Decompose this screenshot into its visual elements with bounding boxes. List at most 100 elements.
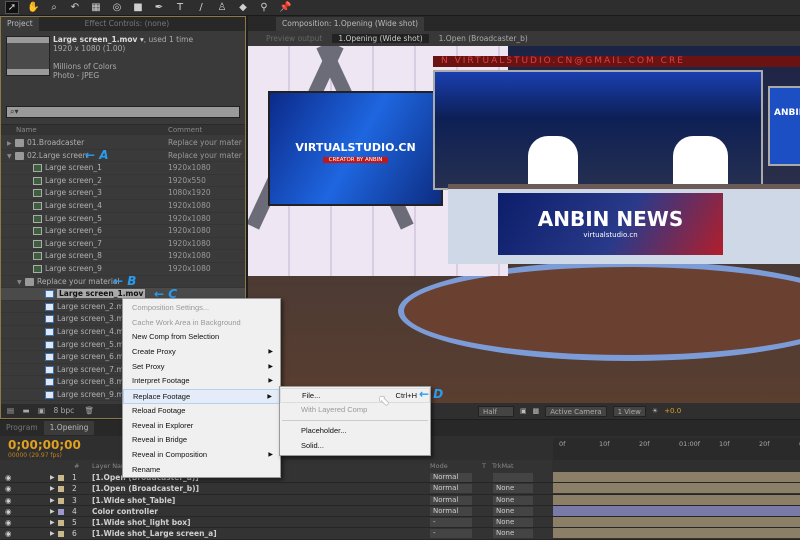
tab-composition[interactable]: Composition: 1.Opening (Wide shot) — [276, 17, 424, 31]
menu-item-replace-footage[interactable]: Replace Footage▶ — [123, 389, 280, 404]
expand-toggle-icon[interactable]: ▶ — [50, 495, 55, 506]
menu-item-create-proxy[interactable]: Create Proxy▶ — [123, 345, 280, 360]
visibility-eye-icon[interactable]: ◉ — [5, 506, 12, 517]
project-item[interactable]: Large screen_51920x1080 — [1, 213, 245, 226]
menu-item-interpret-footage[interactable]: Interpret Footage▶ — [123, 374, 280, 389]
trkmat-dropdown[interactable]: None — [493, 529, 533, 538]
eraser-tool-icon[interactable]: ◆ — [237, 2, 249, 13]
name-column-header[interactable]: Name — [16, 126, 37, 134]
trkmat-dropdown[interactable]: None — [493, 518, 533, 527]
menu-item-with-layered-comp[interactable]: With Layered Comp — [280, 403, 430, 418]
expand-toggle-icon[interactable]: ▶ — [50, 528, 55, 539]
mode-dropdown[interactable]: - — [430, 529, 472, 538]
comment-column-header[interactable]: Comment — [168, 126, 202, 134]
expand-toggle-icon[interactable]: ▶ — [50, 506, 55, 517]
expand-toggle-icon[interactable]: ▶ — [50, 517, 55, 528]
text-tool-icon[interactable]: T — [174, 2, 186, 13]
tab-opening[interactable]: 1.Opening — [44, 421, 95, 435]
bpc-toggle[interactable]: 8 bpc — [53, 406, 74, 415]
menu-item-solid[interactable]: Solid... — [280, 439, 430, 454]
rotate-tool-icon[interactable]: ↶ — [69, 2, 81, 13]
layer-row[interactable]: ◉▶4Color controllerNormalNone — [0, 506, 800, 517]
menu-item-new-comp-from-selection[interactable]: New Comp from Selection — [123, 330, 280, 345]
tab-effect-controls[interactable]: Effect Controls: (none) — [79, 17, 175, 31]
label-color[interactable] — [58, 475, 64, 481]
composition-viewer[interactable]: VIRTUALSTUDIO.CN CREATOR BY ANBIN N VIRT… — [248, 46, 800, 403]
project-item[interactable]: Large screen_71920x1080 — [1, 238, 245, 251]
current-timecode[interactable]: 0;00;00;00 — [8, 438, 81, 452]
layer-duration-bar[interactable] — [553, 472, 800, 482]
layer-duration-bar[interactable] — [553, 528, 800, 538]
project-item[interactable]: ▶01.BroadcasterReplace your mater — [1, 137, 245, 150]
trkmat-dropdown[interactable] — [493, 473, 533, 482]
new-folder-icon[interactable]: ▬ — [22, 406, 29, 415]
brush-tool-icon[interactable]: / — [195, 2, 207, 13]
region-of-interest-icon[interactable]: ▣ — [520, 407, 527, 415]
tab-program[interactable]: Program — [0, 421, 44, 435]
menu-item-placeholder[interactable]: Placeholder... — [280, 424, 430, 439]
layer-row[interactable]: ◉▶3[1.Wide shot_Table]NormalNone — [0, 495, 800, 506]
layer-name[interactable]: [1.Open (Broadcaster_b)] — [92, 483, 199, 494]
menu-item-reload-footage[interactable]: Reload Footage — [123, 404, 280, 419]
trash-icon[interactable]: 🗑 — [85, 406, 95, 415]
project-item[interactable]: Large screen_31080x1920 — [1, 187, 245, 200]
visibility-eye-icon[interactable]: ◉ — [5, 483, 12, 494]
project-item[interactable]: Large screen_11920x1080 — [1, 162, 245, 175]
layer-duration-bar[interactable] — [553, 506, 800, 516]
project-item[interactable]: ▼02.Large screenReplace your mater — [1, 150, 245, 163]
visibility-eye-icon[interactable]: ◉ — [5, 528, 12, 539]
mode-dropdown[interactable]: Normal — [430, 484, 472, 493]
exposure-value[interactable]: +0.0 — [664, 407, 681, 415]
layer-row[interactable]: ◉▶5[1.Wide shot_light box]-None — [0, 517, 800, 528]
visibility-eye-icon[interactable]: ◉ — [5, 495, 12, 506]
mode-dropdown[interactable]: Normal — [430, 473, 472, 482]
label-color[interactable] — [58, 486, 64, 492]
roto-brush-tool-icon[interactable]: ⚲ — [258, 2, 270, 13]
mode-dropdown[interactable]: Normal — [430, 496, 472, 505]
trkmat-dropdown[interactable]: None — [493, 484, 533, 493]
puppet-pin-tool-icon[interactable]: 📌 — [279, 2, 291, 13]
label-color[interactable] — [58, 498, 64, 504]
layer-row[interactable]: ◉▶1[1.Open (Broadcaster_a)]Normal — [0, 472, 800, 483]
layer-name[interactable]: [1.Wide shot_Large screen_a] — [92, 528, 217, 539]
breadcrumb-opening[interactable]: 1.Opening (Wide shot) — [332, 34, 428, 43]
new-comp-icon[interactable]: ▣ — [38, 406, 45, 415]
menu-item-reveal-in-bridge[interactable]: Reveal in Bridge — [123, 433, 280, 448]
menu-item-rename[interactable]: Rename — [123, 463, 280, 478]
pen-tool-icon[interactable]: ✒ — [153, 2, 165, 13]
camera-dropdown[interactable]: Active Camera — [545, 406, 606, 417]
time-ruler[interactable]: 0f10f20f01:00f10f20f02:00f — [553, 438, 800, 460]
project-item[interactable]: Large screen_61920x1080 — [1, 225, 245, 238]
rectangle-tool-icon[interactable]: ■ — [132, 2, 144, 13]
visibility-eye-icon[interactable]: ◉ — [5, 517, 12, 528]
expand-toggle-icon[interactable]: ▶ — [50, 483, 55, 494]
zoom-tool-icon[interactable]: ⌕ — [48, 2, 60, 13]
visibility-eye-icon[interactable]: ◉ — [5, 472, 12, 483]
layer-duration-bar[interactable] — [553, 517, 800, 527]
layer-name[interactable]: Color controller — [92, 506, 158, 517]
pan-behind-tool-icon[interactable]: ◎ — [111, 2, 123, 13]
footage-name[interactable]: Large screen_1.mov ▾ — [53, 35, 144, 44]
mode-dropdown[interactable]: Normal — [430, 507, 472, 516]
exposure-icon[interactable]: ☀ — [652, 407, 658, 415]
breadcrumb-broadcaster-b[interactable]: 1.Open (Broadcaster_b) — [439, 34, 528, 43]
project-item[interactable]: Large screen_41920x1080 — [1, 200, 245, 213]
menu-item-cache-work-area-in-background[interactable]: Cache Work Area in Background — [123, 316, 280, 331]
layer-duration-bar[interactable] — [553, 483, 800, 493]
label-color[interactable] — [58, 520, 64, 526]
trkmat-dropdown[interactable]: None — [493, 507, 533, 516]
layer-row[interactable]: ◉▶2[1.Open (Broadcaster_b)]NormalNone — [0, 483, 800, 494]
menu-item-composition-settings[interactable]: Composition Settings... — [123, 301, 280, 316]
label-color[interactable] — [58, 531, 64, 537]
label-color[interactable] — [58, 509, 64, 515]
resolution-dropdown[interactable]: Half — [478, 406, 514, 417]
expand-toggle-icon[interactable]: ▶ — [50, 472, 55, 483]
tab-project[interactable]: Project — [1, 17, 39, 31]
layer-duration-bar[interactable] — [553, 495, 800, 505]
clone-stamp-tool-icon[interactable]: ♙ — [216, 2, 228, 13]
project-item[interactable]: Large screen_21920x550 — [1, 175, 245, 188]
camera-tool-icon[interactable]: ▦ — [90, 2, 102, 13]
transparency-grid-icon[interactable]: ▩ — [533, 407, 540, 415]
menu-item-set-proxy[interactable]: Set Proxy▶ — [123, 360, 280, 375]
selection-tool-icon[interactable]: ➚ — [6, 2, 18, 13]
